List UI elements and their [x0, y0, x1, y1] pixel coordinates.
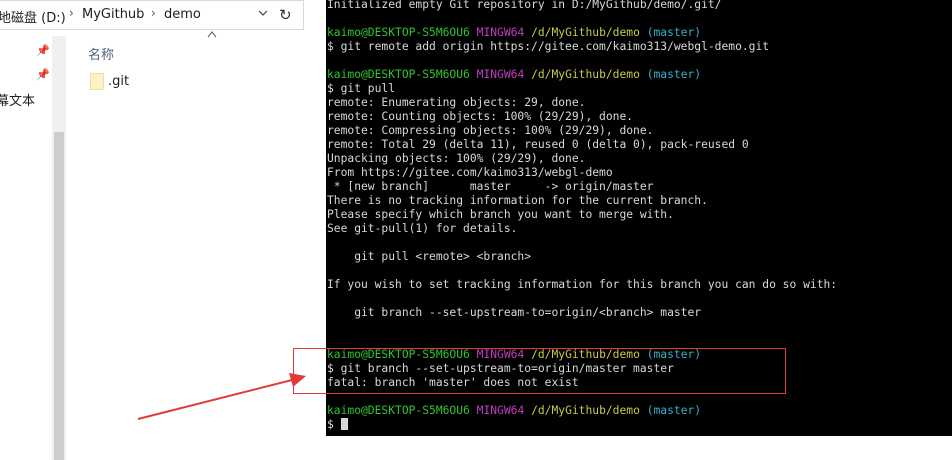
- column-header-name[interactable]: 名称: [88, 44, 114, 63]
- terminal-line-text: If you wish to set tracking information …: [327, 278, 838, 291]
- terminal-line: Unpacking objects: 100% (29/29), done.: [327, 152, 585, 166]
- terminal-line-text: remote: Total 29 (delta 11), reused 0 (d…: [327, 138, 749, 151]
- prompt-path: /d/MyGithub/demo: [531, 68, 640, 81]
- prompt-path: /d/MyGithub/demo: [531, 26, 640, 39]
- prompt-branch: (master): [646, 68, 702, 81]
- terminal-line-text: Unpacking objects: 100% (29/29), done.: [327, 152, 586, 165]
- breadcrumb-separator-icon[interactable]: ›: [151, 6, 156, 20]
- prompt-path: /d/MyGithub/demo: [531, 404, 640, 417]
- terminal-line-text: remote: Enumerating objects: 29, done.: [327, 96, 586, 109]
- navigation-pane: 📌 📌 幕文本: [0, 36, 52, 460]
- terminal-prompt: kaimo@DESKTOP-S5M6OU6 MINGW64 /d/MyGithu…: [327, 68, 701, 82]
- chevron-down-icon[interactable]: [258, 8, 268, 18]
- breadcrumb-demo[interactable]: demo: [164, 7, 201, 22]
- prompt-branch: (master): [646, 26, 702, 39]
- prompt-user: kaimo@DESKTOP-S5M6OU6: [327, 26, 470, 39]
- terminal-line: git pull <remote> <branch>: [327, 250, 531, 264]
- pin-icon[interactable]: 📌: [36, 44, 50, 57]
- terminal-line-text: See git-pull(1) for details.: [327, 222, 518, 235]
- terminal-prompt: kaimo@DESKTOP-S5M6OU6 MINGW64 /d/MyGithu…: [327, 404, 701, 418]
- terminal-line: $ git remote add origin https://gitee.co…: [327, 40, 769, 54]
- prompt-shell: MINGW64: [476, 68, 525, 81]
- terminal-line: If you wish to set tracking information …: [327, 278, 837, 292]
- terminal-line: remote: Enumerating objects: 29, done.: [327, 96, 585, 110]
- terminal-line-text: $: [327, 418, 341, 431]
- terminal-line-text: remote: Compressing objects: 100% (29/29…: [327, 124, 654, 137]
- breadcrumb-mygithub[interactable]: MyGithub: [82, 7, 144, 22]
- scrollbar-thumb[interactable]: [54, 132, 64, 460]
- terminal-line-text: From https://gitee.com/kaimo313/webgl-de…: [327, 166, 613, 179]
- terminal-line: Initialized empty Git repository in D:/M…: [327, 0, 721, 12]
- highlight-box: [293, 348, 786, 394]
- terminal-line: remote: Total 29 (delta 11), reused 0 (d…: [327, 138, 749, 152]
- terminal-line-text: git branch --set-upstream-to=origin/<bra…: [327, 306, 702, 319]
- terminal-line: remote: Compressing objects: 100% (29/29…: [327, 124, 653, 138]
- prompt-branch: (master): [646, 404, 702, 417]
- terminal-line: remote: Counting objects: 100% (29/29), …: [327, 110, 633, 124]
- terminal-line: Please specify which branch you want to …: [327, 208, 674, 222]
- cursor: [340, 418, 348, 430]
- terminal-line-text: Please specify which branch you want to …: [327, 208, 674, 221]
- terminal-line-text: remote: Counting objects: 100% (29/29), …: [327, 110, 634, 123]
- file-explorer: 地磁盘 (D:) › MyGithub › demo ↻ 📌 📌 幕文本 名称 …: [0, 0, 326, 460]
- prompt-user: kaimo@DESKTOP-S5M6OU6: [327, 68, 470, 81]
- terminal-line: From https://gitee.com/kaimo313/webgl-de…: [327, 166, 613, 180]
- prompt-shell: MINGW64: [476, 26, 525, 39]
- terminal-line-text: * [new branch] master -> origin/master: [327, 180, 654, 193]
- sort-caret-icon: [207, 31, 217, 38]
- terminal-line: See git-pull(1) for details.: [327, 222, 517, 236]
- terminal-line: There is no tracking information for the…: [327, 194, 708, 208]
- terminal-prompt: kaimo@DESKTOP-S5M6OU6 MINGW64 /d/MyGithu…: [327, 26, 701, 40]
- terminal-line-text: Initialized empty Git repository in D:/M…: [327, 0, 722, 11]
- nav-item-label[interactable]: 幕文本: [0, 90, 35, 109]
- address-bar[interactable]: 地磁盘 (D:) › MyGithub › demo ↻: [0, 0, 304, 30]
- terminal-line-text: $ git remote add origin https://gitee.co…: [327, 40, 770, 53]
- pin-icon[interactable]: 📌: [36, 68, 50, 81]
- prompt-shell: MINGW64: [476, 404, 525, 417]
- terminal-line-text: There is no tracking information for the…: [327, 194, 708, 207]
- terminal-line-text: git pull <remote> <branch>: [327, 250, 532, 263]
- refresh-icon[interactable]: ↻: [279, 6, 292, 24]
- terminal-line: git branch --set-upstream-to=origin/<bra…: [327, 306, 701, 320]
- breadcrumb-drive[interactable]: 地磁盘 (D:): [0, 7, 66, 26]
- nav-scrollbar[interactable]: [52, 36, 66, 460]
- folder-icon: [90, 73, 104, 90]
- file-name: .git: [108, 74, 130, 89]
- breadcrumb-separator-icon[interactable]: ›: [69, 6, 74, 20]
- terminal-line: $ git pull: [327, 82, 395, 96]
- prompt-user: kaimo@DESKTOP-S5M6OU6: [327, 404, 470, 417]
- terminal-line: * [new branch] master -> origin/master: [327, 180, 654, 194]
- list-item[interactable]: .git: [88, 72, 288, 92]
- terminal-line-text: $ git pull: [327, 82, 396, 95]
- terminal-line: $: [327, 418, 348, 432]
